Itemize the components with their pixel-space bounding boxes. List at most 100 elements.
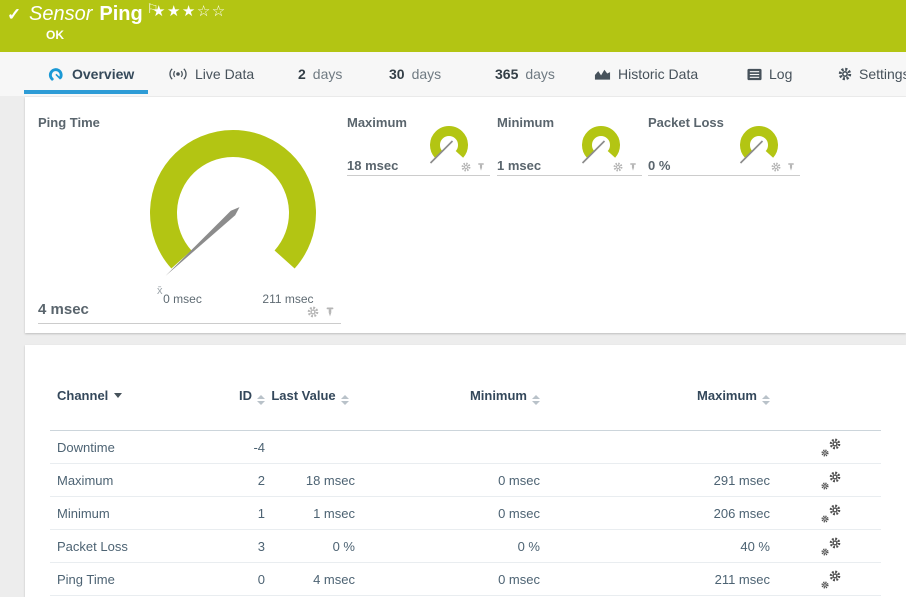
gauge-panel-maximum: Maximum 18 msec [347, 109, 490, 176]
column-header-last-value[interactable]: Last Value [265, 388, 355, 405]
channel-maximum: 291 msec [540, 473, 770, 488]
channel-minimum: 0 % [355, 539, 540, 554]
channel-name[interactable]: Minimum [50, 506, 210, 521]
gear-icon[interactable] [307, 306, 319, 318]
channel-id: 1 [210, 506, 265, 521]
gauge-title: Packet Loss [648, 115, 724, 130]
tab-30-days[interactable]: 30 days [389, 52, 441, 96]
channel-settings-icon[interactable] [820, 438, 841, 457]
channel-id: 0 [210, 572, 265, 587]
gauge-value: 0 % [648, 158, 670, 173]
channel-name[interactable]: Ping Time [50, 572, 210, 587]
table-row-maximum: Maximum 2 18 msec 0 msec 291 msec [50, 464, 881, 497]
gauge-scale-max: 211 msec [257, 292, 319, 306]
table-row-minimum: Minimum 1 1 msec 0 msec 206 msec [50, 497, 881, 530]
gauge-value: 18 msec [347, 158, 398, 173]
tab-historic-data[interactable]: Historic Data [594, 52, 698, 96]
tab-2-days[interactable]: 2 days [298, 52, 342, 96]
table-header-row: Channel ID Last Value Minimum Maximum [50, 388, 881, 405]
log-list-icon [747, 68, 762, 81]
column-header-maximum[interactable]: Maximum [540, 388, 770, 405]
channel-last-value: 1 msec [265, 506, 355, 521]
channel-name[interactable]: Downtime [50, 440, 210, 455]
tab-number: 30 [389, 66, 405, 82]
gauges-card: Ping Time x̄ 0 msec 211 msec 4 msec Maxi… [25, 97, 906, 333]
live-signal-icon [168, 67, 188, 81]
tab-label: Historic Data [618, 66, 698, 82]
channel-settings-icon[interactable] [820, 537, 841, 556]
gauge-title: Ping Time [38, 115, 100, 130]
channel-settings-icon[interactable] [820, 471, 841, 490]
tab-settings[interactable]: Settings [838, 52, 906, 96]
tab-log[interactable]: Log [747, 52, 792, 96]
gear-icon[interactable] [461, 162, 471, 172]
sort-icon [762, 395, 770, 405]
channel-maximum: 40 % [540, 539, 770, 554]
channel-id: 3 [210, 539, 265, 554]
active-tab-underline [24, 90, 148, 94]
area-chart-icon [594, 67, 611, 81]
channel-maximum: 211 msec [540, 572, 770, 587]
channels-table-card: Channel ID Last Value Minimum Maximum Do… [25, 345, 906, 597]
tab-label: days [412, 66, 442, 82]
table-row-ping-time: Ping Time 0 4 msec 0 msec 211 msec [50, 563, 881, 596]
pin-icon[interactable] [324, 306, 336, 318]
gauge-panel-minimum: Minimum 1 msec [497, 109, 642, 176]
tab-label: Log [769, 66, 792, 82]
column-header-channel[interactable]: Channel [50, 388, 210, 404]
sort-icon [532, 395, 540, 405]
column-header-id[interactable]: ID [210, 388, 265, 405]
channel-minimum: 0 msec [355, 473, 540, 488]
channel-name[interactable]: Packet Loss [50, 539, 210, 554]
ping-time-gauge: x̄ [133, 118, 333, 300]
page-title: SensorPing⚐ [29, 1, 158, 26]
table-row-packet-loss: Packet Loss 3 0 % 0 % 40 % [50, 530, 881, 563]
gear-icon[interactable] [613, 162, 623, 172]
gauge-arc [164, 143, 303, 259]
table-body: Downtime -4 Maximum 2 18 msec 0 msec 291… [50, 431, 881, 596]
channel-id: 2 [210, 473, 265, 488]
gauge-icon [48, 66, 65, 82]
sort-icon [341, 395, 349, 405]
gauge-title: Maximum [347, 115, 407, 130]
channel-last-value: 0 % [265, 539, 355, 554]
ok-check-icon: ✓ [7, 5, 21, 25]
gauge-panel-ping-time: Ping Time x̄ 0 msec 211 msec 4 msec [38, 109, 341, 324]
gauge-value: 4 msec [38, 301, 89, 318]
tab-live-data[interactable]: Live Data [168, 52, 254, 96]
status-badge: OK [46, 28, 64, 42]
sensor-status-banner: ✓ SensorPing⚐ ★★★☆☆ OK [0, 0, 906, 52]
tab-label: Settings [859, 66, 906, 82]
channel-minimum: 0 msec [355, 572, 540, 587]
channel-name[interactable]: Maximum [50, 473, 210, 488]
channel-last-value: 4 msec [265, 572, 355, 587]
tab-365-days[interactable]: 365 days [495, 52, 555, 96]
tab-label: Overview [72, 66, 134, 82]
pin-icon[interactable] [628, 162, 638, 172]
sensor-type-label: Sensor [29, 3, 92, 25]
gauge-title: Minimum [497, 115, 554, 130]
pin-icon[interactable] [476, 162, 486, 172]
gauge-value: 1 msec [497, 158, 541, 173]
tab-label: days [525, 66, 555, 82]
tab-bar: Overview Live Data 2 days 30 days 365 da… [0, 52, 906, 96]
priority-stars[interactable]: ★★★☆☆ [152, 2, 227, 20]
tab-label: Live Data [195, 66, 254, 82]
gauge-panel-packet-loss: Packet Loss 0 % [648, 109, 800, 176]
gauge-scale-min: 0 msec [155, 292, 210, 306]
gear-icon[interactable] [771, 162, 781, 172]
pin-icon[interactable] [786, 162, 796, 172]
tab-label: days [313, 66, 343, 82]
tab-number: 2 [298, 66, 306, 82]
channel-id: -4 [210, 440, 265, 455]
channel-maximum: 206 msec [540, 506, 770, 521]
sort-icon [257, 395, 265, 405]
sensor-name[interactable]: Ping [99, 3, 142, 25]
channel-minimum: 0 msec [355, 506, 540, 521]
gear-icon [838, 67, 852, 81]
column-header-minimum[interactable]: Minimum [355, 388, 540, 405]
channel-settings-icon[interactable] [820, 570, 841, 589]
sort-desc-icon [114, 393, 122, 398]
channel-settings-icon[interactable] [820, 504, 841, 523]
tab-number: 365 [495, 66, 518, 82]
